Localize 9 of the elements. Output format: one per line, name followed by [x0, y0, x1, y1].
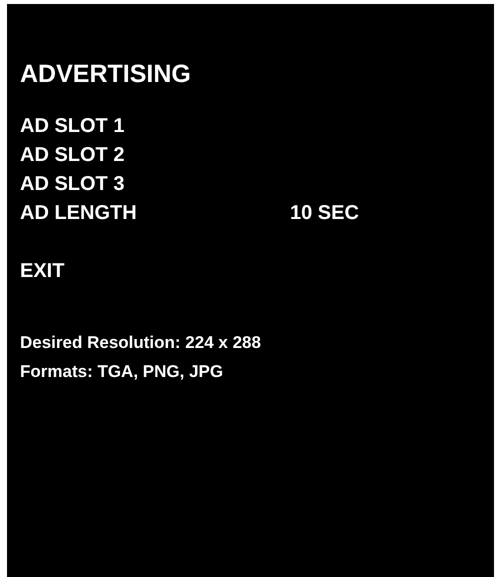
menu-item[interactable]: AD SLOT 2	[20, 141, 124, 170]
menu-title: ADVERTISING	[20, 59, 191, 90]
exit-item[interactable]: EXIT	[20, 257, 64, 286]
setting-value: 10 SEC	[290, 201, 359, 226]
info-text: Desired Resolution: 224 x 288	[20, 332, 261, 354]
menu-item[interactable]: AD LENGTH	[20, 199, 290, 228]
info-text: Formats: TGA, PNG, JPG	[20, 361, 224, 383]
menu-item[interactable]: AD SLOT 1	[20, 112, 124, 141]
menu-item[interactable]: AD SLOT 3	[20, 170, 124, 199]
